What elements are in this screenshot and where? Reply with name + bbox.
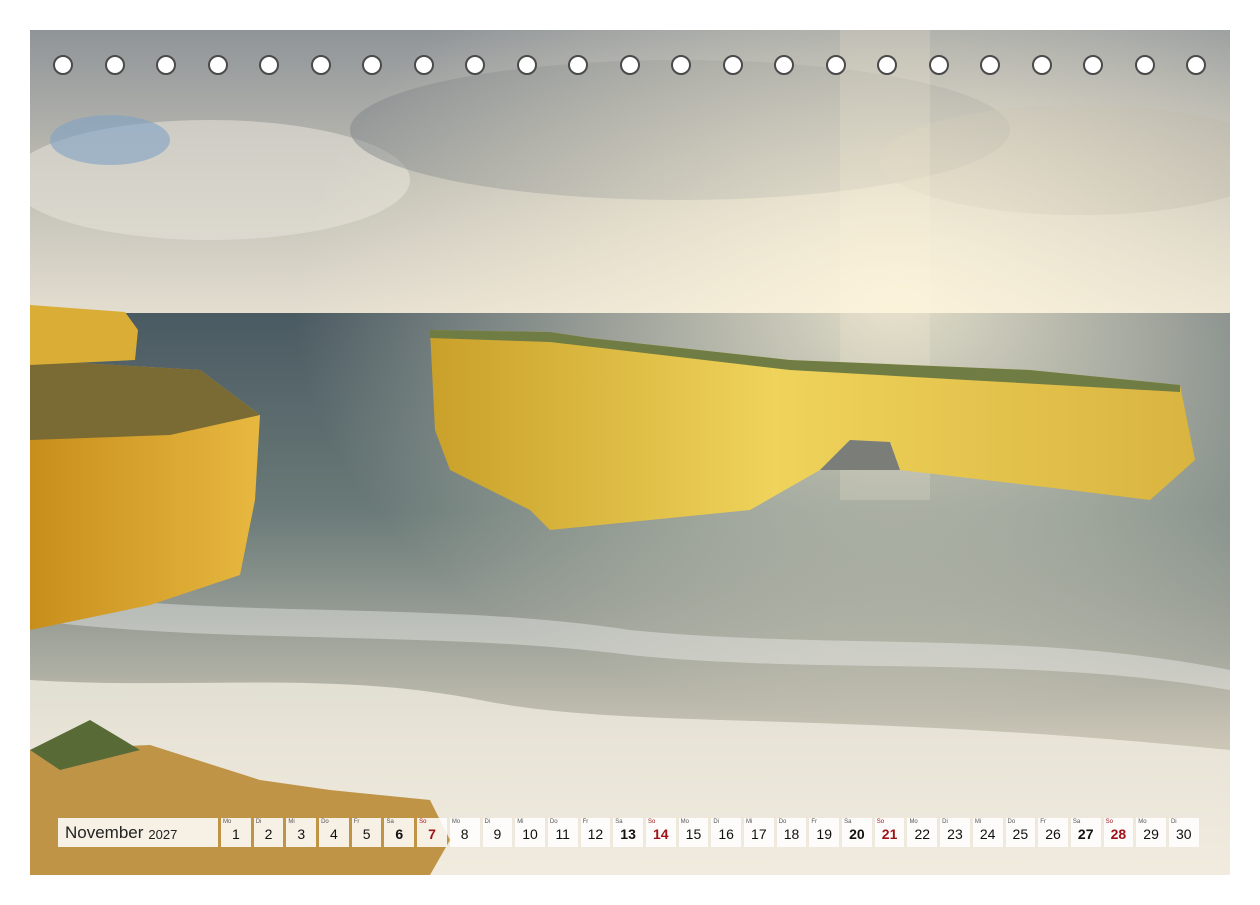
day-cell: Sa 6 <box>384 818 415 847</box>
calendar-strip: November 2027 Mo 1 Di 2 Mi 3 Do 4 Fr 5 Sa 6 So 7 Mo 8 Di… <box>58 818 1199 847</box>
day-number: 28 <box>1110 826 1127 842</box>
day-cell: Do 18 <box>776 818 807 847</box>
day-number: 18 <box>783 826 800 842</box>
day-cell: Di 9 <box>482 818 513 847</box>
weekday-label: Do <box>321 819 329 825</box>
day-number: 19 <box>816 826 832 842</box>
day-number: 9 <box>493 826 502 842</box>
day-cell: Di 16 <box>711 818 741 847</box>
day-cell: Mi 17 <box>744 818 774 847</box>
day-cell: Sa 27 <box>1070 818 1101 847</box>
day-number: 22 <box>914 826 931 842</box>
day-number: 20 <box>849 826 865 842</box>
weekday-label: So <box>876 819 885 825</box>
day-cells: Mo 1 Di 2 Mi 3 Do 4 Fr 5 Sa 6 So 7 Mo 8 Di 9 Mi 10 Do 11 Fr 12 S… <box>221 818 1199 847</box>
day-number: 12 <box>587 826 604 842</box>
weekday-label: Mo <box>1138 819 1147 825</box>
coast-photo <box>30 30 1230 875</box>
weekday-label: Sa <box>615 819 623 825</box>
weekday-label: Fr <box>582 819 589 825</box>
day-cell: Di 23 <box>940 818 970 847</box>
day-number: 13 <box>620 826 636 842</box>
weekday-label: So <box>419 819 427 825</box>
day-cell: Sa 13 <box>613 818 643 847</box>
weekday-label: Di <box>484 819 491 825</box>
day-cell: Fr 12 <box>580 818 611 847</box>
day-number: 7 <box>428 826 436 842</box>
day-cell: Mi 24 <box>972 818 1003 847</box>
weekday-label: Mo <box>451 819 461 825</box>
weekday-label: Do <box>549 819 558 825</box>
day-cell: So 14 <box>645 818 676 847</box>
day-number: 24 <box>979 826 996 842</box>
month-name: November <box>65 822 144 842</box>
weekday-label: Mi <box>288 819 295 825</box>
day-cell: So 28 <box>1103 818 1134 847</box>
month-label: November 2027 <box>58 818 218 847</box>
day-number: 23 <box>947 826 963 842</box>
weekday-label: So <box>1105 819 1113 825</box>
day-cell: Do 25 <box>1005 818 1036 847</box>
day-number: 30 <box>1175 826 1192 842</box>
day-number: 3 <box>297 826 306 842</box>
day-number: 8 <box>460 826 469 842</box>
day-number: 6 <box>395 826 404 842</box>
day-number: 5 <box>362 826 371 842</box>
day-number: 4 <box>330 826 338 842</box>
weekday-label: Sa <box>1072 819 1081 825</box>
weekday-label: Do <box>778 819 787 825</box>
day-cell: Do 4 <box>319 818 349 847</box>
weekday-label: Mo <box>909 819 918 825</box>
weekday-label: Sa <box>386 819 394 825</box>
weekday-label: Fr <box>1040 819 1046 825</box>
weekday-label: Fr <box>811 819 818 825</box>
weekday-label: Mi <box>517 819 524 825</box>
day-cell: So 7 <box>417 818 447 847</box>
day-number: 14 <box>652 826 669 842</box>
day-number: 15 <box>685 826 702 842</box>
day-cell: Fr 26 <box>1038 818 1068 847</box>
day-cell: Sa 20 <box>842 818 872 847</box>
weekday-label: Mi <box>974 819 982 825</box>
day-number: 11 <box>555 826 570 842</box>
day-cell: Do 11 <box>547 818 578 847</box>
day-cell: Mo 29 <box>1136 818 1166 847</box>
weekday-label: Mo <box>223 819 232 825</box>
day-number: 27 <box>1077 826 1094 842</box>
weekday-label: So <box>647 819 656 825</box>
day-number: 26 <box>1045 826 1061 842</box>
day-cell: Mi 3 <box>286 818 317 847</box>
weekday-label: Fr <box>353 819 360 825</box>
day-cell: Mo 8 <box>449 818 480 847</box>
day-cell: So 21 <box>874 818 905 847</box>
day-number: 1 <box>231 826 240 842</box>
day-cell: Di 2 <box>253 818 284 847</box>
weekday-label: Do <box>1007 819 1016 825</box>
day-cell: Mo 15 <box>678 818 709 847</box>
weekday-label: Mo <box>680 819 689 825</box>
day-cell: Di 30 <box>1168 818 1199 847</box>
weekday-label: Di <box>713 819 719 825</box>
day-number: 29 <box>1143 826 1159 842</box>
day-number: 16 <box>718 826 734 842</box>
day-number: 10 <box>522 826 538 842</box>
weekday-label: Di <box>1170 819 1177 825</box>
day-number: 17 <box>751 826 767 842</box>
day-cell: Mo 22 <box>907 818 938 847</box>
day-number: 25 <box>1012 826 1029 842</box>
day-number: 21 <box>881 826 898 842</box>
day-cell: Fr 5 <box>351 818 382 847</box>
weekday-label: Sa <box>844 819 852 825</box>
day-cell: Fr 19 <box>809 818 840 847</box>
day-number: 2 <box>264 826 273 842</box>
calendar-page: November 2027 Mo 1 Di 2 Mi 3 Do 4 Fr 5 Sa 6 So 7 Mo 8 Di… <box>30 30 1230 875</box>
weekday-label: Di <box>942 819 948 825</box>
month-year: 2027 <box>148 826 178 842</box>
weekday-label: Di <box>255 819 262 825</box>
weekday-label: Mi <box>746 819 753 825</box>
day-cell: Mo 1 <box>221 818 251 847</box>
day-cell: Mi 10 <box>515 818 545 847</box>
